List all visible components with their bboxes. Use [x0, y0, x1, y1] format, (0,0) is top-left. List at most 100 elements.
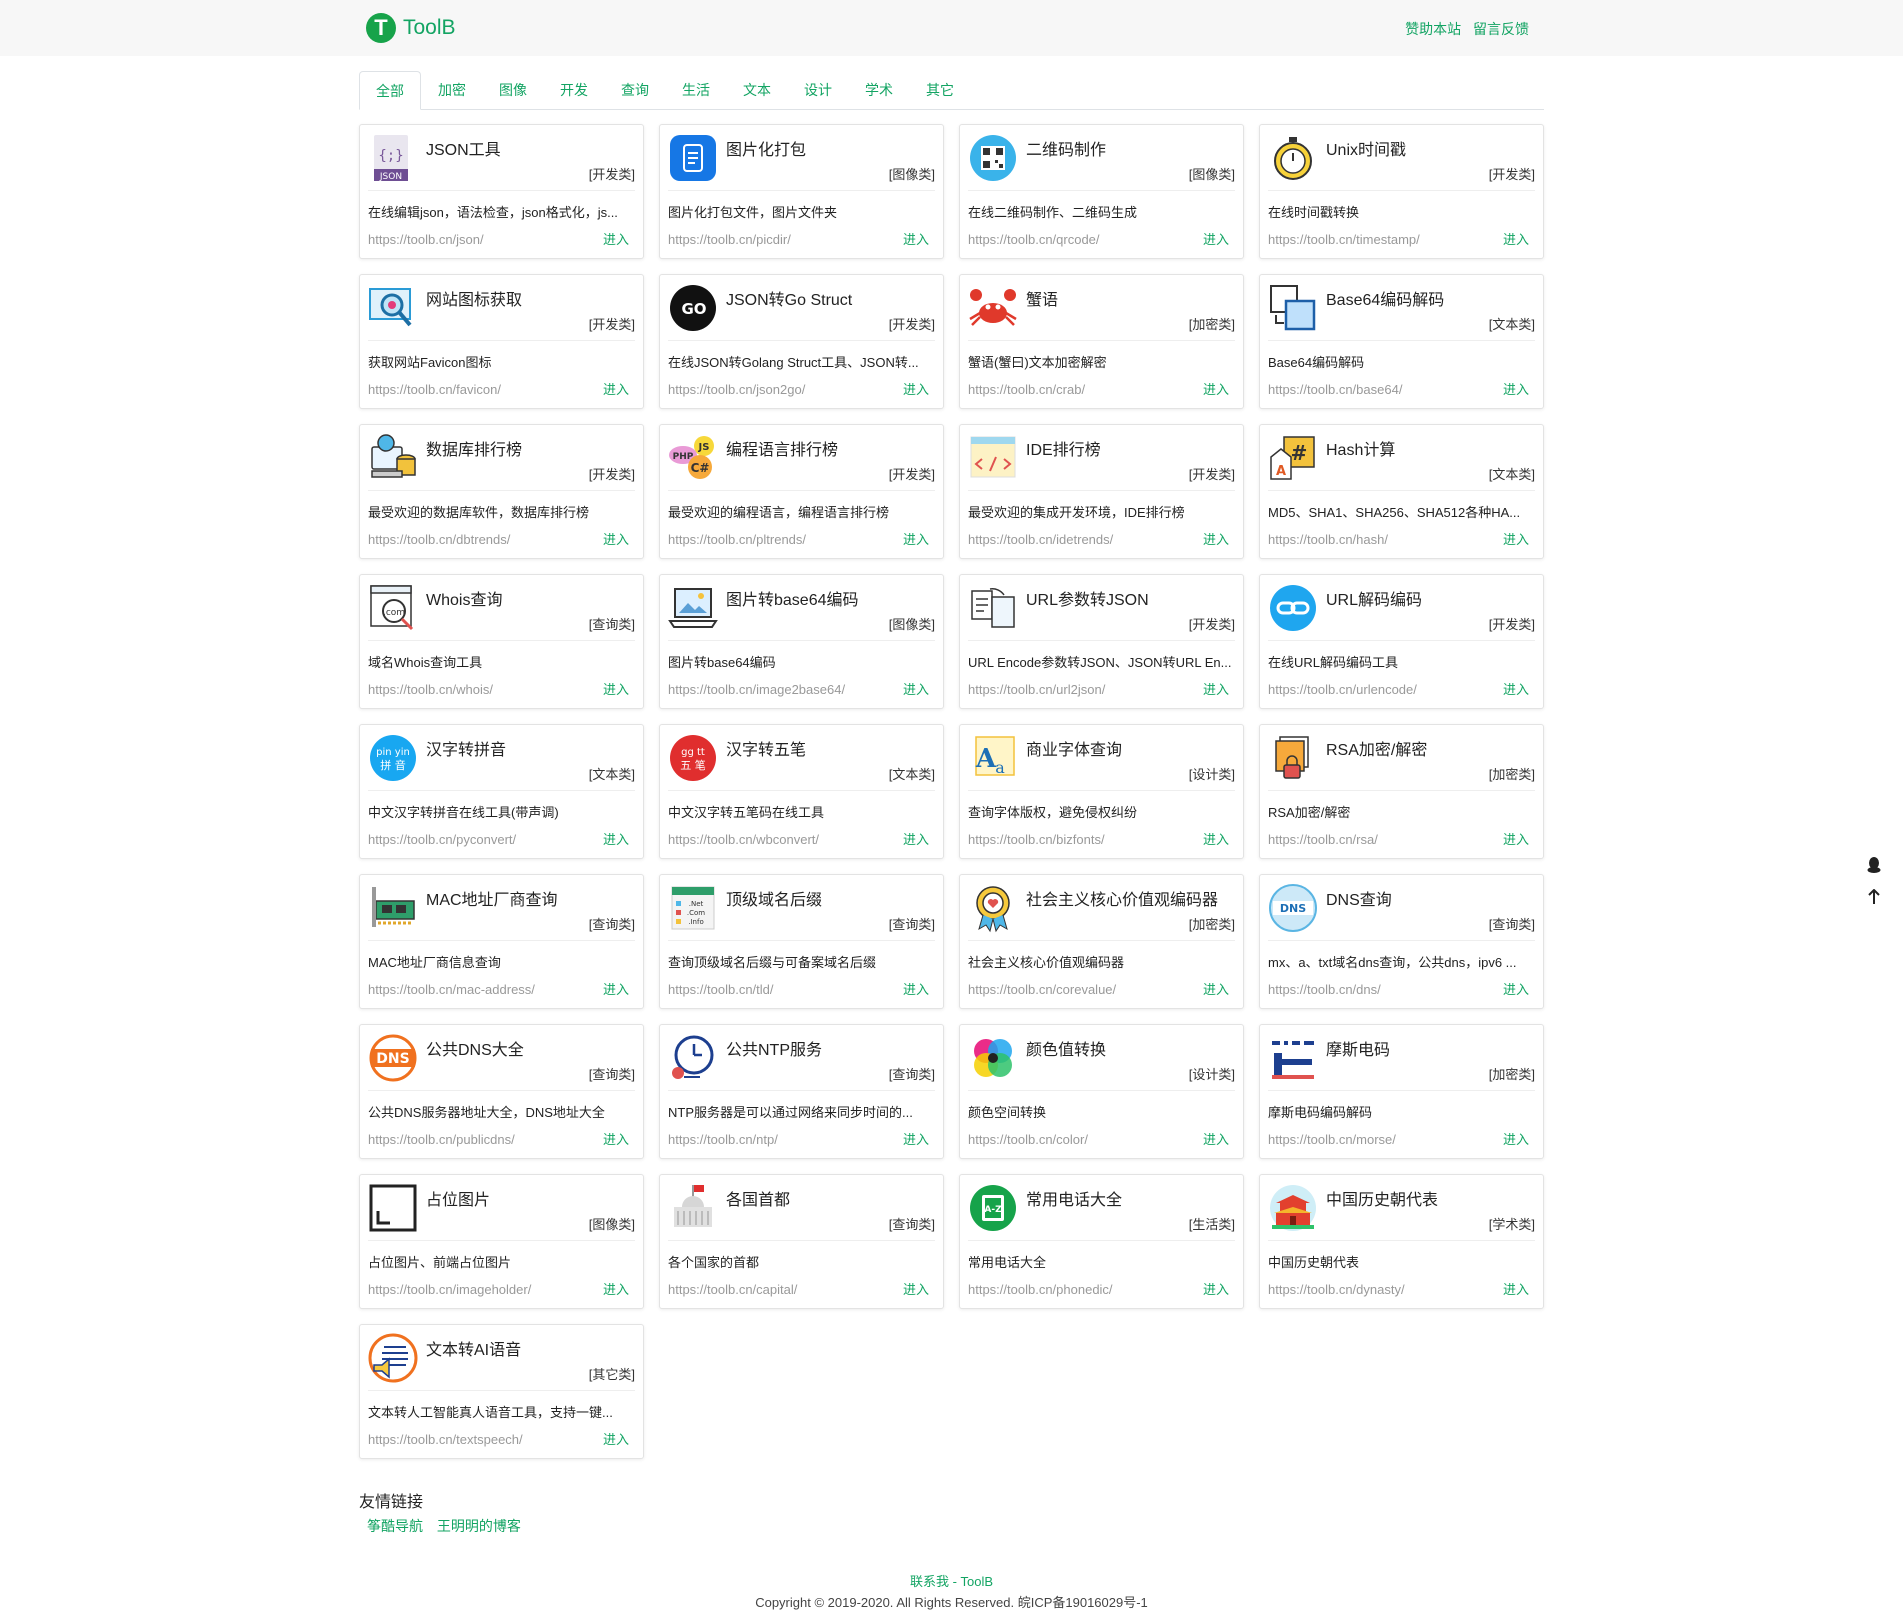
tool-url[interactable]: https://toolb.cn/dbtrends/ — [368, 532, 510, 547]
enter-button[interactable]: 进入 — [1503, 229, 1529, 248]
tool-title[interactable]: 顶级域名后缀 — [726, 886, 822, 910]
enter-button[interactable]: 进入 — [603, 1279, 629, 1298]
tool-card-mac-address[interactable]: MAC地址厂商查询 [查询类] MAC地址厂商信息查询 https://toolb.c… — [359, 874, 644, 1009]
enter-button[interactable]: 进入 — [1503, 529, 1529, 548]
tool-card-url2json[interactable]: URL参数转JSON [开发类] URL Encode参数转JSON、JSON转UR… — [959, 574, 1244, 709]
friend-link[interactable]: 筝酷导航 — [367, 1518, 423, 1534]
tool-card-dynasty[interactable]: 中国历史朝代表 [学术类] 中国历史朝代表 https://toolb.cn/dyna… — [1259, 1174, 1544, 1309]
tool-title[interactable]: 公共DNS大全 — [426, 1036, 524, 1060]
enter-button[interactable]: 进入 — [1203, 679, 1229, 698]
tool-card-rsa[interactable]: RSA加密/解密 [加密类] RSA加密/解密 https://toolb.cn/rs… — [1259, 724, 1544, 859]
tool-url[interactable]: https://toolb.cn/base64/ — [1268, 382, 1402, 397]
enter-button[interactable]: 进入 — [1203, 229, 1229, 248]
tool-card-textspeech[interactable]: 文本转AI语音 [其它类] 文本转人工智能真人语音工具，支持一键... https:/… — [359, 1324, 644, 1459]
qq-icon[interactable] — [1864, 855, 1884, 875]
tool-url[interactable]: https://toolb.cn/capital/ — [668, 1282, 797, 1297]
tool-url[interactable]: https://toolb.cn/morse/ — [1268, 1132, 1396, 1147]
tool-url[interactable]: https://toolb.cn/tld/ — [668, 982, 774, 997]
tab-dev[interactable]: 开发 — [544, 71, 604, 108]
tool-url[interactable]: https://toolb.cn/json/ — [368, 232, 484, 247]
tool-card-image2base64[interactable]: 图片转base64编码 [图像类] 图片转base64编码 https://toolb… — [659, 574, 944, 709]
tool-url[interactable]: https://toolb.cn/phonedic/ — [968, 1282, 1113, 1297]
tool-card-ntp[interactable]: 公共NTP服务 [查询类] NTP服务器是可以通过网络来同步时间的... https:… — [659, 1024, 944, 1159]
tool-title[interactable]: 编程语言排行榜 — [726, 436, 838, 460]
tool-url[interactable]: https://toolb.cn/textspeech/ — [368, 1432, 523, 1447]
tool-card-idetrends[interactable]: IDE排行榜 [开发类] 最受欢迎的集成开发环境，IDE排行榜 https://too… — [959, 424, 1244, 559]
enter-button[interactable]: 进入 — [1203, 529, 1229, 548]
enter-button[interactable]: 进入 — [903, 1129, 929, 1148]
tool-title[interactable]: 汉字转拼音 — [426, 736, 506, 760]
back-to-top-icon[interactable] — [1864, 887, 1884, 907]
tool-title[interactable]: IDE排行榜 — [1026, 436, 1101, 460]
tool-url[interactable]: https://toolb.cn/qrcode/ — [968, 232, 1100, 247]
tool-url[interactable]: https://toolb.cn/json2go/ — [668, 382, 805, 397]
tool-title[interactable]: URL参数转JSON — [1026, 586, 1149, 610]
tool-url[interactable]: https://toolb.cn/url2json/ — [968, 682, 1105, 697]
enter-button[interactable]: 进入 — [1503, 379, 1529, 398]
enter-button[interactable]: 进入 — [903, 979, 929, 998]
tool-url[interactable]: https://toolb.cn/wbconvert/ — [668, 832, 819, 847]
tool-card-crab[interactable]: 蟹语 [加密类] 蟹语(蟹曰)文本加密解密 https://toolb.cn/crab… — [959, 274, 1244, 409]
tab-life[interactable]: 生活 — [666, 71, 726, 108]
tool-title[interactable]: Hash计算 — [1326, 436, 1395, 460]
tool-url[interactable]: https://toolb.cn/urlencode/ — [1268, 682, 1417, 697]
enter-button[interactable]: 进入 — [603, 829, 629, 848]
tool-card-bizfonts[interactable]: Aa 商业字体查询 [设计类] 查询字体版权，避免侵权纠纷 https://toolb.… — [959, 724, 1244, 859]
tool-url[interactable]: https://toolb.cn/whois/ — [368, 682, 493, 697]
tool-card-imageholder[interactable]: 占位图片 [图像类] 占位图片、前端占位图片 https://toolb.cn/ima… — [359, 1174, 644, 1309]
tool-title[interactable]: JSON工具 — [426, 136, 501, 160]
tab-query[interactable]: 查询 — [605, 71, 665, 108]
tool-card-urlencode[interactable]: URL解码编码 [开发类] 在线URL解码编码工具 https://toolb.cn/… — [1259, 574, 1544, 709]
enter-button[interactable]: 进入 — [1503, 1129, 1529, 1148]
tool-card-pltrends[interactable]: JS PHP C# 编程语言排行榜 [开发类] 最受欢迎的编程语言，编程语言排行榜 http… — [659, 424, 944, 559]
tool-card-json2go[interactable]: GO JSON转Go Struct [开发类] 在线JSON转Golang Struc… — [659, 274, 944, 409]
tab-all[interactable]: 全部 — [359, 71, 421, 110]
tab-academic[interactable]: 学术 — [849, 71, 909, 108]
tool-card-whois[interactable]: .com Whois查询 [查询类] 域名Whois查询工具 https://toolb… — [359, 574, 644, 709]
tool-card-dbtrends[interactable]: 数据库排行榜 [开发类] 最受欢迎的数据库软件，数据库排行榜 https://tool… — [359, 424, 644, 559]
enter-button[interactable]: 进入 — [603, 229, 629, 248]
tool-url[interactable]: https://toolb.cn/bizfonts/ — [968, 832, 1105, 847]
tool-url[interactable]: https://toolb.cn/picdir/ — [668, 232, 791, 247]
tool-card-phonedic[interactable]: A-Z 常用电话大全 [生活类] 常用电话大全 https://toolb.cn/pho… — [959, 1174, 1244, 1309]
tool-title[interactable]: 数据库排行榜 — [426, 436, 522, 460]
tool-title[interactable]: MAC地址厂商查询 — [426, 886, 558, 910]
tool-card-color[interactable]: 颜色值转换 [设计类] 颜色空间转换 https://toolb.cn/color/进… — [959, 1024, 1244, 1159]
enter-button[interactable]: 进入 — [903, 229, 929, 248]
tool-url[interactable]: https://toolb.cn/hash/ — [1268, 532, 1388, 547]
tool-title[interactable]: 颜色值转换 — [1026, 1036, 1106, 1060]
tool-title[interactable]: DNS查询 — [1326, 886, 1392, 910]
tool-title[interactable]: 文本转AI语音 — [426, 1336, 521, 1360]
tool-title[interactable]: 二维码制作 — [1026, 136, 1106, 160]
contact-link[interactable]: 联系我 — [910, 1574, 949, 1589]
enter-button[interactable]: 进入 — [1203, 379, 1229, 398]
tool-card-publicdns[interactable]: DNS 公共DNS大全 [查询类] 公共DNS服务器地址大全，DNS地址大全 https… — [359, 1024, 644, 1159]
tab-encrypt[interactable]: 加密 — [422, 71, 482, 108]
enter-button[interactable]: 进入 — [903, 829, 929, 848]
tool-url[interactable]: https://toolb.cn/ntp/ — [668, 1132, 778, 1147]
enter-button[interactable]: 进入 — [1203, 1129, 1229, 1148]
tool-title[interactable]: 网站图标获取 — [426, 286, 522, 310]
tool-title[interactable]: Whois查询 — [426, 586, 502, 610]
enter-button[interactable]: 进入 — [1503, 1279, 1529, 1298]
tool-url[interactable]: https://toolb.cn/dynasty/ — [1268, 1282, 1405, 1297]
tool-url[interactable]: https://toolb.cn/pltrends/ — [668, 532, 806, 547]
tab-text[interactable]: 文本 — [727, 71, 787, 108]
tool-title[interactable]: 各国首都 — [726, 1186, 790, 1210]
tool-title[interactable]: 蟹语 — [1026, 286, 1058, 310]
icp-link[interactable]: 皖ICP备19016029号-1 — [1018, 1595, 1148, 1610]
tool-card-favicon[interactable]: 网站图标获取 [开发类] 获取网站Favicon图标 https://toolb.cn… — [359, 274, 644, 409]
enter-button[interactable]: 进入 — [903, 1279, 929, 1298]
tool-card-qrcode[interactable]: 二维码制作 [图像类] 在线二维码制作、二维码生成 https://toolb.cn/… — [959, 124, 1244, 259]
tool-card-timestamp[interactable]: Unix时间戳 [开发类] 在线时间戳转换 https://toolb.cn/time… — [1259, 124, 1544, 259]
tool-card-morse[interactable]: 摩斯电码 [加密类] 摩斯电码编码解码 https://toolb.cn/morse/… — [1259, 1024, 1544, 1159]
friend-link[interactable]: 王明明的博客 — [437, 1518, 521, 1534]
tool-title[interactable]: Base64编码解码 — [1326, 286, 1444, 310]
enter-button[interactable]: 进入 — [603, 979, 629, 998]
enter-button[interactable]: 进入 — [603, 679, 629, 698]
tool-url[interactable]: https://toolb.cn/crab/ — [968, 382, 1085, 397]
tool-title[interactable]: 占位图片 — [426, 1186, 490, 1210]
tab-image[interactable]: 图像 — [483, 71, 543, 108]
tool-title[interactable]: Unix时间戳 — [1326, 136, 1406, 160]
tool-url[interactable]: https://toolb.cn/idetrends/ — [968, 532, 1113, 547]
